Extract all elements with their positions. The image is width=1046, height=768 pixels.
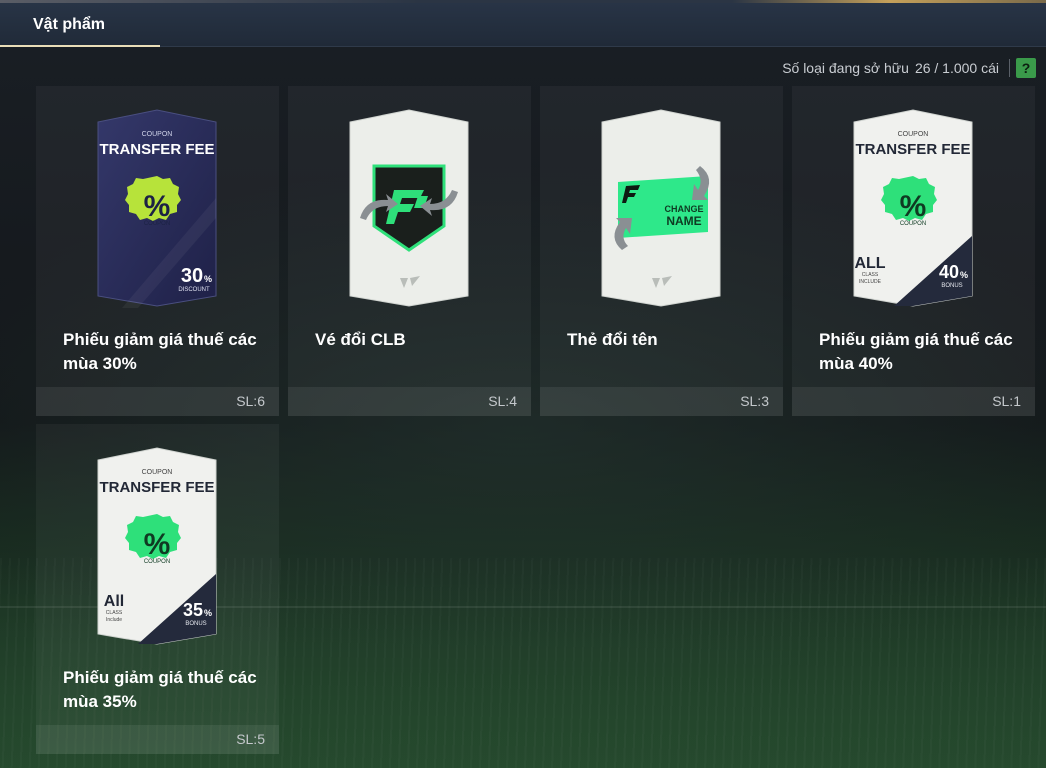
class-small1: CLASS [106,610,123,616]
coupon-value: 30 [181,265,203,287]
coupon-value-sub: BONUS [185,621,206,627]
coupon-value-sub: BONUS [941,283,962,289]
item-name: Vé đổi CLB [315,330,406,349]
class-big: All [104,593,124,610]
item-card-club-swap[interactable]: Vé đổi CLB SL:4 [288,86,531,416]
coupon-value: 40 [939,262,959,282]
class-small2: INCLUDE [859,279,882,285]
coupon-value-sub: DISCOUNT [178,287,210,293]
item-name: Phiếu giảm giá thuế các mùa 40% [819,330,1013,373]
coupon-card-art: COUPON TRANSFER FEE % COUPON ALL CLASS I… [853,109,973,307]
coupon-title: TRANSFER FEE [99,141,214,158]
tab-items-label: Vật phẩm [33,16,106,33]
coupon-small-text: COUPON [142,131,173,138]
ownership-label: Số loại đang sở hữu [782,60,909,76]
coupon-small-text: COUPON [142,469,173,476]
change-name-card-art: CHANGE NAME [601,109,721,307]
item-name: Phiếu giảm giá thuế các mùa 35% [63,668,257,711]
ownership-value: 26 / 1.000 cái [914,60,999,76]
class-small2: Include [106,617,122,623]
header-bar: Vật phẩm [0,3,1046,47]
tab-active-underline [0,45,160,47]
club-swap-card [344,108,474,308]
tab-items[interactable]: Vật phẩm [0,3,160,47]
item-card-change-name[interactable]: CHANGE NAME Thẻ đổi tên SL:3 [540,86,783,416]
item-qty-bar: SL:3 [540,387,783,416]
badge-coupon-text: COUPON [144,221,170,227]
change-name-card: CHANGE NAME [596,108,726,308]
coupon-card-art: COUPON TRANSFER FEE % COUPON All CLASS I… [97,447,217,645]
item-qty: SL:6 [236,393,265,409]
coupon-value-unit: % [204,608,212,618]
item-qty: SL:4 [488,393,517,409]
ownership-divider [1009,59,1010,77]
class-small1: CLASS [862,272,879,278]
coupon-card-light: COUPON TRANSFER FEE % COUPON All CLASS I… [92,446,222,646]
coupon-title: TRANSFER FEE [855,141,970,158]
ownership-counter: Số loại đang sở hữu 26 / 1.000 cái ? [782,57,1036,79]
club-swap-card-art [349,109,469,307]
item-qty: SL:5 [236,731,265,747]
coupon-card-light: COUPON TRANSFER FEE % COUPON ALL CLASS I… [848,108,978,308]
coupon-small-text: COUPON [898,131,929,138]
badge-percent-symbol: % [900,190,927,223]
item-qty-bar: SL:1 [792,387,1035,416]
item-qty: SL:1 [992,393,1021,409]
coupon-card-dark: COUPON TRANSFER FEE % COUPON 30 % DISCOU… [92,108,222,308]
item-card-coupon-35[interactable]: COUPON TRANSFER FEE % COUPON All CLASS I… [36,424,279,754]
item-card-coupon-40[interactable]: COUPON TRANSFER FEE % COUPON ALL CLASS I… [792,86,1035,416]
coupon-value-unit: % [960,270,968,280]
badge-percent-symbol: % [144,190,171,223]
coupon-card-art: COUPON TRANSFER FEE % COUPON 30 % DISCOU… [97,109,217,308]
item-name: Thẻ đổi tên [567,330,658,349]
item-qty: SL:3 [740,393,769,409]
class-big: ALL [854,255,885,272]
item-qty-bar: SL:5 [36,725,279,754]
change-name-line2: NAME [666,214,701,228]
help-button[interactable]: ? [1016,58,1036,78]
item-name: Phiếu giảm giá thuế các mùa 30% [63,330,257,373]
badge-coupon-text: COUPON [144,559,170,565]
item-card-coupon-30[interactable]: COUPON TRANSFER FEE % COUPON 30 % DISCOU… [36,86,279,416]
coupon-value-unit: % [204,274,212,284]
change-name-line1: CHANGE [664,204,703,214]
item-qty-bar: SL:4 [288,387,531,416]
item-qty-bar: SL:6 [36,387,279,416]
coupon-title: TRANSFER FEE [99,479,214,496]
badge-percent-symbol: % [144,528,171,561]
badge-coupon-text: COUPON [900,221,926,227]
coupon-value: 35 [183,600,203,620]
